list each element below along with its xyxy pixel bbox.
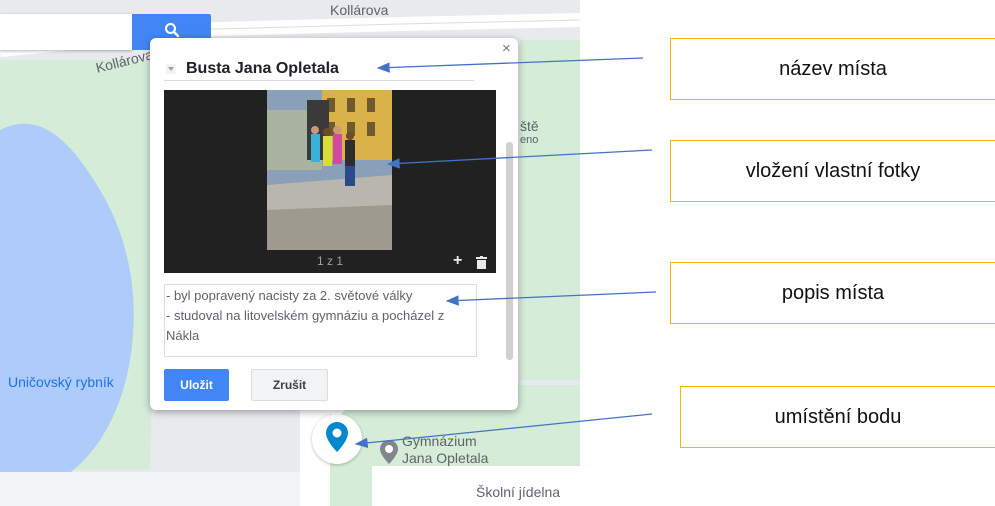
add-photo-icon[interactable]: + [453, 252, 462, 270]
playground-label-2: eno [520, 134, 539, 146]
place-name-value: Busta Jana Opletala [186, 60, 339, 77]
photo-panel: 1 z 1 + [164, 90, 496, 273]
place-edit-popup: × Busta Jana Opletala 1 z 1 + - byl popr… [150, 38, 518, 410]
search-input[interactable] [0, 14, 132, 50]
save-button[interactable]: Uložit [164, 369, 229, 401]
callout-place-description: popis místa [670, 262, 995, 324]
place-description-textarea[interactable]: - byl popravený nacisty za 2. světové vá… [164, 284, 477, 357]
playground-label-1: ště [520, 118, 539, 134]
popup-scrollbar[interactable] [506, 142, 513, 360]
description-line: - studoval na litovelském gymnáziu a poc… [166, 308, 445, 323]
location-pin-icon [326, 421, 348, 457]
description-line: Nákla [166, 328, 200, 343]
school-label-2: Jana Opletala [402, 450, 489, 466]
map-view[interactable]: Kollárova Kollárova Uničovský rybník ště… [0, 0, 580, 506]
trash-icon[interactable] [476, 256, 487, 274]
dropdown-triangle-icon[interactable] [164, 62, 178, 76]
callout-own-photo: vložení vlastní fotky [670, 140, 995, 202]
description-line: - byl popravený nacisty za 2. světové vá… [166, 288, 413, 303]
pond-label: Uničovský rybník [8, 374, 114, 390]
school-label-1: Gymnázium [402, 433, 477, 449]
callout-point-location: umístění bodu [680, 386, 995, 448]
selected-point-marker[interactable] [312, 414, 362, 464]
school-marker-icon[interactable] [380, 440, 398, 469]
place-photo[interactable] [267, 90, 392, 250]
photo-counter: 1 z 1 [316, 254, 343, 268]
close-icon[interactable]: × [502, 40, 511, 57]
cancel-button[interactable]: Zrušit [251, 369, 328, 401]
canteen-label: Školní jídelna [476, 484, 561, 500]
place-name-input[interactable]: Busta Jana Opletala [164, 58, 474, 81]
street-label-top: Kollárova [330, 2, 389, 18]
callout-place-name: název místa [670, 38, 995, 100]
